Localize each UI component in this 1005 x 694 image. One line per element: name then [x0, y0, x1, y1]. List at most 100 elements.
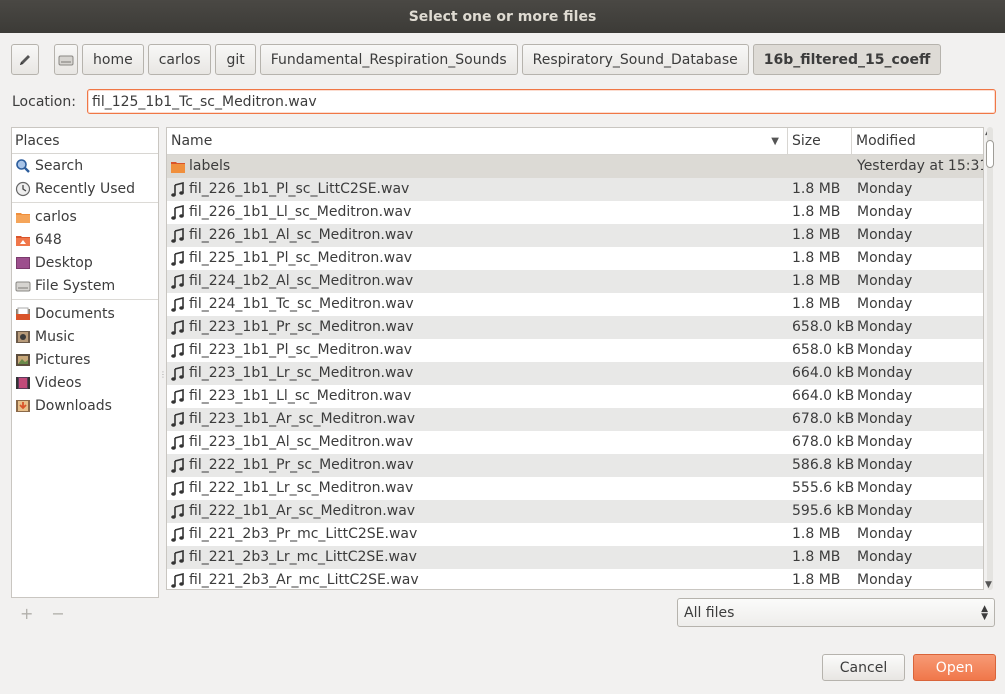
- file-row[interactable]: fil_222_1b1_Ar_sc_Meditron.wav 595.6 kB Mo…: [167, 500, 983, 523]
- clock-icon: [15, 181, 31, 197]
- file-modified: Monday: [857, 411, 913, 427]
- folder-icon: [15, 232, 31, 248]
- file-name-cell: fil_222_1b1_Pr_sc_Meditron.wav: [167, 454, 788, 477]
- music-note-icon: [169, 296, 187, 314]
- file-name: fil_223_1b1_Ll_sc_Meditron.wav: [189, 388, 412, 404]
- file-name-cell: fil_221_2b3_Ar_mc_LittC2SE.wav: [167, 569, 788, 589]
- music-note-icon: [169, 457, 187, 475]
- file-modified: Monday: [857, 572, 913, 588]
- documents-folder-icon: [15, 306, 31, 322]
- file-row[interactable]: fil_226_1b1_Al_sc_Meditron.wav 1.8 MB Mond…: [167, 224, 983, 247]
- file-row[interactable]: fil_226_1b1_Pl_sc_LittC2SE.wav 1.8 MB Mond…: [167, 178, 983, 201]
- path-segment-fundamental[interactable]: Fundamental_Respiration_Sounds: [259, 44, 518, 75]
- path-segment-carlos[interactable]: carlos: [147, 44, 212, 75]
- file-modified: Monday: [857, 549, 913, 565]
- add-bookmark-button[interactable]: +: [20, 604, 33, 623]
- file-row[interactable]: fil_223_1b1_Ar_sc_Meditron.wav 678.0 kB Mo…: [167, 408, 983, 431]
- column-header-name[interactable]: Name ▼: [167, 128, 788, 154]
- file-row[interactable]: fil_223_1b1_Lr_sc_Meditron.wav 664.0 kB Mo…: [167, 362, 983, 385]
- path-segment-git[interactable]: git: [215, 44, 256, 75]
- cancel-button[interactable]: Cancel: [822, 654, 905, 681]
- place-label: Recently Used: [35, 180, 136, 197]
- divider: [12, 299, 158, 300]
- file-name-cell: fil_223_1b1_Ll_sc_Meditron.wav: [167, 385, 788, 408]
- file-modified: Monday: [857, 273, 913, 289]
- file-row[interactable]: fil_224_1b2_Al_sc_Meditron.wav 1.8 MB Mond…: [167, 270, 983, 293]
- file-row[interactable]: fil_222_1b1_Pr_sc_Meditron.wav 586.8 kB Mo…: [167, 454, 983, 477]
- place-648[interactable]: 648: [12, 228, 158, 251]
- place-label: Search: [35, 157, 84, 174]
- place-pictures[interactable]: Pictures: [12, 348, 158, 371]
- file-name-cell: fil_221_2b3_Pr_mc_LittC2SE.wav: [167, 523, 788, 546]
- file-row[interactable]: fil_226_1b1_Ll_sc_Meditron.wav 1.8 MB Mond…: [167, 201, 983, 224]
- file-name: fil_223_1b1_Lr_sc_Meditron.wav: [189, 365, 414, 381]
- file-modified: Monday: [857, 457, 913, 473]
- file-size: 1.8 MB: [792, 250, 841, 266]
- place-desktop[interactable]: Desktop: [12, 251, 158, 274]
- place-recently-used[interactable]: Recently Used: [12, 177, 158, 200]
- place-file-system[interactable]: File System: [12, 274, 158, 297]
- place-documents[interactable]: Documents: [12, 302, 158, 325]
- file-name-cell: fil_223_1b1_Ar_sc_Meditron.wav: [167, 408, 788, 431]
- file-size: 664.0 kB: [792, 365, 855, 381]
- pictures-folder-icon: [15, 352, 31, 368]
- pane-resize-handle[interactable]: ⋮: [159, 370, 167, 380]
- open-button[interactable]: Open: [913, 654, 996, 681]
- music-note-icon: [169, 388, 187, 406]
- path-segment-home[interactable]: home: [82, 44, 144, 75]
- music-note-icon: [169, 204, 187, 222]
- music-note-icon: [169, 503, 187, 521]
- drive-icon: [15, 278, 31, 294]
- place-label: Pictures: [35, 351, 91, 368]
- file-row[interactable]: fil_221_2b3_Ar_mc_LittC2SE.wav 1.8 MB Mond…: [167, 569, 983, 589]
- path-segment-database[interactable]: Respiratory_Sound_Database: [521, 44, 749, 75]
- music-note-icon: [169, 250, 187, 268]
- file-row[interactable]: fil_223_1b1_Pr_sc_Meditron.wav 658.0 kB Mo…: [167, 316, 983, 339]
- file-row[interactable]: fil_223_1b1_Ll_sc_Meditron.wav 664.0 kB Mo…: [167, 385, 983, 408]
- path-segment-current[interactable]: 16b_filtered_15_coeff: [752, 44, 942, 75]
- music-note-icon: [169, 549, 187, 567]
- place-label: carlos: [35, 208, 77, 225]
- file-size: 1.8 MB: [792, 296, 841, 312]
- file-name: fil_223_1b1_Al_sc_Meditron.wav: [189, 434, 414, 450]
- edit-location-button[interactable]: [11, 44, 39, 75]
- place-label: 648: [35, 231, 62, 248]
- file-name: fil_225_1b1_Pl_sc_Meditron.wav: [189, 250, 413, 266]
- place-music[interactable]: Music: [12, 325, 158, 348]
- music-note-icon: [169, 365, 187, 383]
- place-search[interactable]: Search: [12, 154, 158, 177]
- updown-arrows-icon: ▲ ▼: [981, 603, 988, 622]
- file-row[interactable]: fil_224_1b1_Tc_sc_Meditron.wav 1.8 MB Mond…: [167, 293, 983, 316]
- place-videos[interactable]: Videos: [12, 371, 158, 394]
- file-row[interactable]: fil_223_1b1_Al_sc_Meditron.wav 678.0 kB Mo…: [167, 431, 983, 454]
- file-row[interactable]: fil_225_1b1_Pl_sc_Meditron.wav 1.8 MB Mond…: [167, 247, 983, 270]
- remove-bookmark-button[interactable]: −: [51, 604, 64, 623]
- file-type-filter[interactable]: All files ▲ ▼: [677, 598, 995, 627]
- column-header-size[interactable]: Size: [788, 128, 852, 154]
- scroll-thumb[interactable]: [986, 140, 994, 168]
- file-size: 555.6 kB: [792, 480, 855, 496]
- location-input[interactable]: [87, 89, 996, 114]
- file-list: Name ▼ Size Modified labels Yesterday at …: [166, 127, 984, 590]
- file-size: 1.8 MB: [792, 549, 841, 565]
- scroll-down-icon[interactable]: ▼: [985, 580, 992, 590]
- location-label: Location:: [12, 94, 76, 110]
- filesystem-root-button[interactable]: [54, 44, 78, 75]
- window-title: Select one or more files: [408, 8, 597, 25]
- file-row[interactable]: fil_223_1b1_Pl_sc_Meditron.wav 658.0 kB Mo…: [167, 339, 983, 362]
- file-size: 678.0 kB: [792, 434, 855, 450]
- places-header: Places: [12, 128, 158, 154]
- column-header-modified[interactable]: Modified: [852, 128, 983, 154]
- file-list-scrollbar[interactable]: ▲ ▼: [984, 127, 996, 590]
- place-downloads[interactable]: Downloads: [12, 394, 158, 417]
- file-name: fil_223_1b1_Ar_sc_Meditron.wav: [189, 411, 416, 427]
- file-name-cell: fil_221_2b3_Lr_mc_LittC2SE.wav: [167, 546, 788, 569]
- place-carlos[interactable]: carlos: [12, 205, 158, 228]
- file-modified: Monday: [857, 434, 913, 450]
- file-row[interactable]: labels Yesterday at 15:31: [167, 155, 983, 178]
- file-row[interactable]: fil_221_2b3_Pr_mc_LittC2SE.wav 1.8 MB Mond…: [167, 523, 983, 546]
- file-row[interactable]: fil_221_2b3_Lr_mc_LittC2SE.wav 1.8 MB Mond…: [167, 546, 983, 569]
- file-row[interactable]: fil_222_1b1_Lr_sc_Meditron.wav 555.6 kB Mo…: [167, 477, 983, 500]
- file-name-cell: fil_223_1b1_Lr_sc_Meditron.wav: [167, 362, 788, 385]
- music-note-icon: [169, 480, 187, 498]
